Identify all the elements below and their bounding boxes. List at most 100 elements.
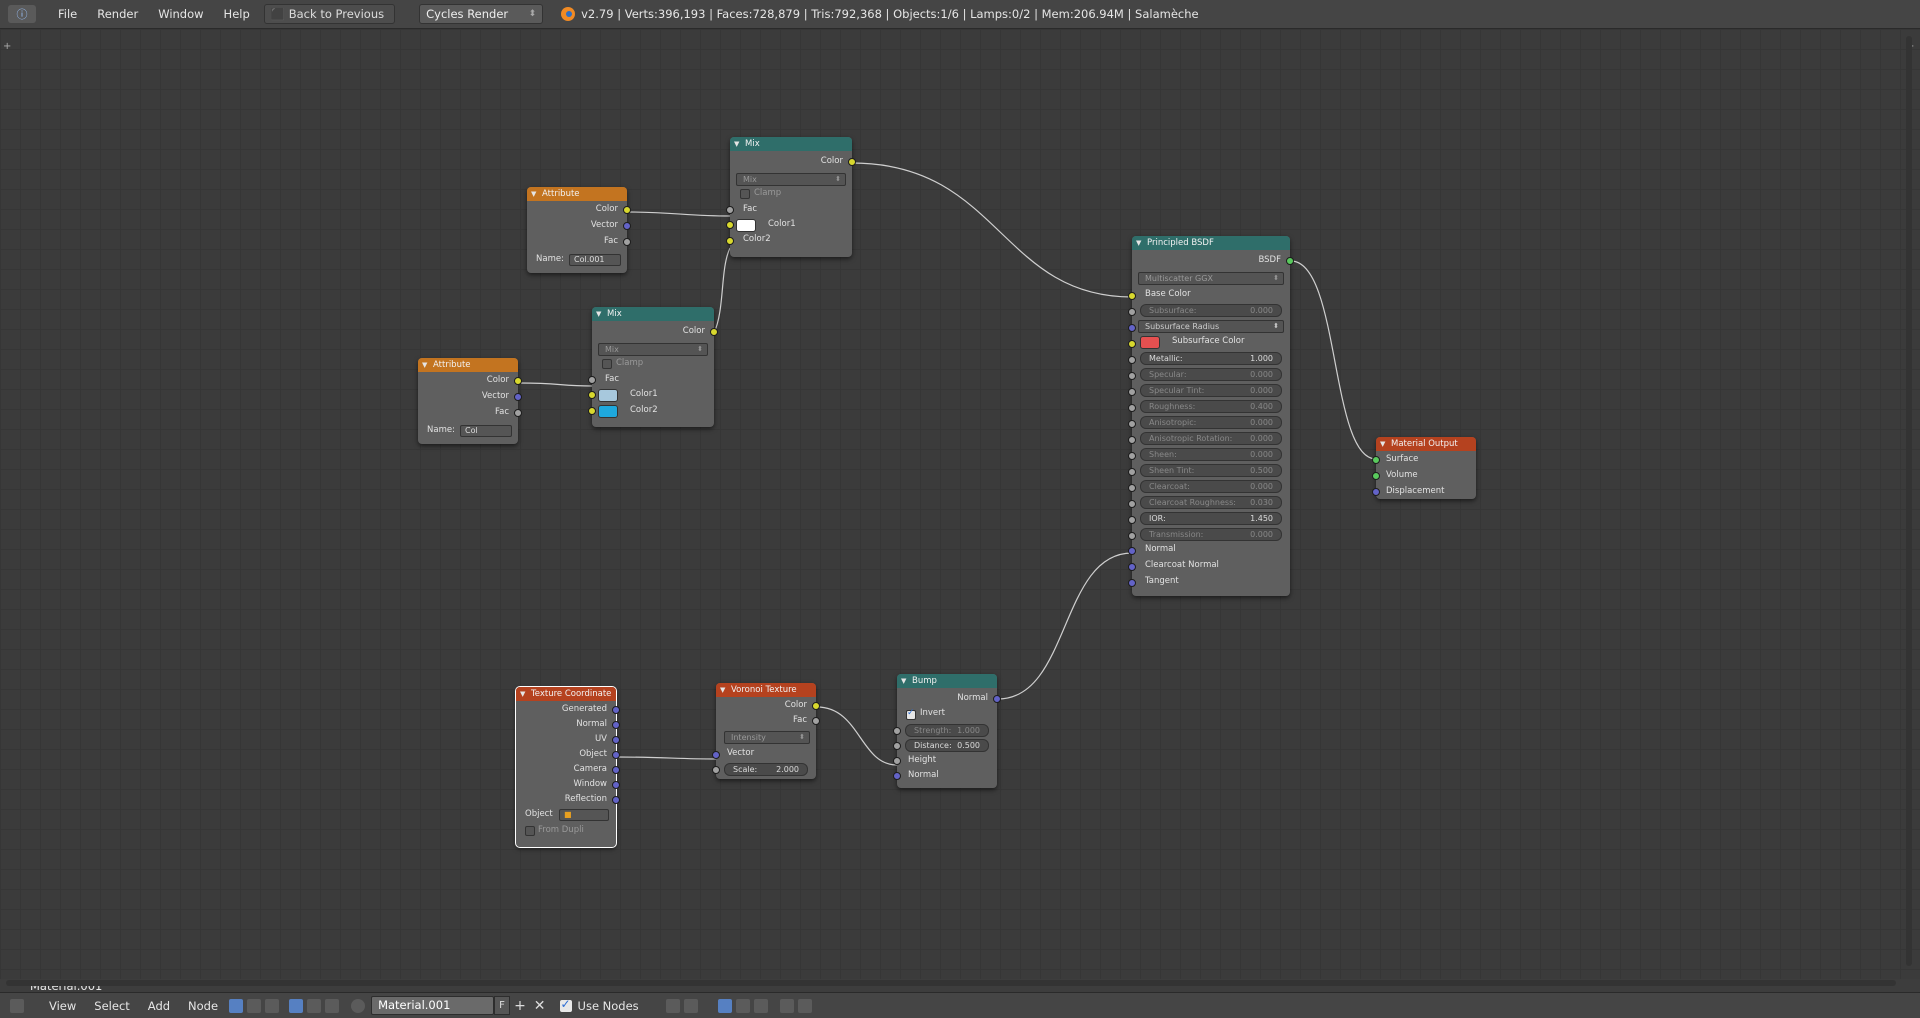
socket-clearcoat[interactable]: [1128, 484, 1136, 492]
socket-sheen-tint[interactable]: [1128, 468, 1136, 476]
node-title[interactable]: Mix: [730, 137, 852, 151]
menu-help[interactable]: Help: [214, 0, 260, 28]
socket-vector[interactable]: [623, 222, 631, 230]
toolshelf-toggle-icon[interactable]: +: [3, 41, 11, 52]
menu-add[interactable]: Add: [139, 999, 179, 1013]
compositing-nodes-icon[interactable]: [247, 998, 262, 1013]
clamp-checkbox[interactable]: [602, 359, 612, 369]
socket-normal[interactable]: [612, 721, 620, 729]
socket-uv[interactable]: [612, 736, 620, 744]
paste-nodes-icon[interactable]: [797, 998, 812, 1013]
new-material-icon[interactable]: +: [510, 998, 530, 1014]
socket-vector[interactable]: [514, 393, 522, 401]
socket-color2[interactable]: [588, 407, 596, 415]
distribution-select[interactable]: Multiscatter GGX: [1138, 272, 1284, 285]
voronoi-texture-node[interactable]: Voronoi Texture Color Fac Intensity Vect…: [712, 683, 820, 779]
socket-sheen[interactable]: [1128, 452, 1136, 460]
socket-clearcoat-normal[interactable]: [1128, 563, 1136, 571]
use-nodes-checkbox[interactable]: [559, 997, 572, 1012]
object-picker[interactable]: ■: [559, 809, 609, 821]
socket-fac[interactable]: [812, 717, 820, 725]
node-editor-canvas[interactable]: + + Attribute Color Vector Fac Name: Col…: [0, 29, 1920, 993]
param-field-metallic[interactable]: Metallic: 1.000: [1140, 352, 1282, 365]
param-field-clearcoat[interactable]: Clearcoat: 0.000: [1140, 480, 1282, 493]
socket-fac[interactable]: [588, 376, 596, 384]
back-to-previous-button[interactable]: ⬛ Back to Previous: [263, 4, 396, 24]
mix-node-2[interactable]: Mix Color Mix Clamp Fac Color1 Color2: [588, 307, 718, 427]
socket-subsurface-radius[interactable]: [1128, 324, 1136, 332]
copy-nodes-icon[interactable]: [779, 998, 794, 1013]
socket-subsurface-color[interactable]: [1128, 340, 1136, 348]
attribute-node-1[interactable]: Attribute Color Vector Fac Name: Col.001: [527, 187, 631, 273]
node-title[interactable]: Bump: [897, 674, 997, 688]
socket-object[interactable]: [612, 751, 620, 759]
horizontal-scrollbar[interactable]: [6, 980, 1896, 986]
socket-transmission[interactable]: [1128, 532, 1136, 540]
texture-coordinate-node[interactable]: Texture Coordinate Generated Normal UV O…: [515, 686, 620, 848]
attribute-name-field[interactable]: Col: [460, 425, 512, 437]
socket-color-out[interactable]: [710, 328, 718, 336]
socket-distance[interactable]: [893, 742, 901, 750]
socket-generated[interactable]: [612, 706, 620, 714]
socket-color2[interactable]: [726, 237, 734, 245]
param-field-sheen[interactable]: Sheen: 0.000: [1140, 448, 1282, 461]
attribute-node-2[interactable]: Attribute Color Vector Fac Name: Col: [418, 358, 522, 444]
param-field-ior[interactable]: IOR: 1.450: [1140, 512, 1282, 525]
subsurface-field[interactable]: Subsurface: 0.000: [1140, 304, 1282, 317]
from-dupli-checkbox[interactable]: [525, 826, 535, 836]
menu-window[interactable]: Window: [148, 0, 213, 28]
editor-type-icon[interactable]: ⓘ: [8, 5, 36, 23]
socket-displacement[interactable]: [1372, 488, 1380, 496]
node-title[interactable]: Voronoi Texture: [716, 683, 816, 697]
mix-node-1[interactable]: Mix Color Mix Clamp Fac Color1 Color2: [726, 137, 856, 257]
param-field-specular-tint[interactable]: Specular Tint: 0.000: [1140, 384, 1282, 397]
param-field-anisotropic-rotation[interactable]: Anisotropic Rotation: 0.000: [1140, 432, 1282, 445]
socket-volume[interactable]: [1372, 472, 1380, 480]
shader-nodes-icon[interactable]: [229, 998, 244, 1013]
material-output-node[interactable]: Material Output Surface Volume Displacem…: [1372, 437, 1476, 499]
socket-ior[interactable]: [1128, 516, 1136, 524]
socket-specular-tint[interactable]: [1128, 388, 1136, 396]
color1-swatch[interactable]: [598, 389, 618, 402]
unlink-material-icon[interactable]: ✕: [530, 998, 550, 1014]
socket-surface[interactable]: [1372, 456, 1380, 464]
blend-type-select[interactable]: Mix: [598, 343, 708, 356]
clamp-checkbox[interactable]: [740, 189, 750, 199]
scale-field[interactable]: Scale: 2.000: [724, 763, 808, 776]
menu-select[interactable]: Select: [85, 999, 138, 1013]
material-name-field[interactable]: Material.001: [371, 996, 495, 1015]
render-engine-select[interactable]: Cycles Render: [419, 4, 544, 24]
subsurface-color-swatch[interactable]: [1140, 336, 1160, 349]
color1-swatch[interactable]: [736, 219, 756, 232]
param-field-specular[interactable]: Specular: 0.000: [1140, 368, 1282, 381]
socket-specular[interactable]: [1128, 372, 1136, 380]
backdrop-icon[interactable]: [717, 998, 732, 1013]
node-title[interactable]: Material Output: [1376, 437, 1476, 451]
object-shader-icon[interactable]: [289, 998, 304, 1013]
param-field-anisotropic[interactable]: Anisotropic: 0.000: [1140, 416, 1282, 429]
socket-normal-in[interactable]: [893, 772, 901, 780]
fake-user-button[interactable]: F: [494, 996, 511, 1015]
node-title[interactable]: Principled BSDF: [1132, 236, 1290, 250]
node-title[interactable]: Attribute: [418, 358, 518, 372]
subsurface-radius-field[interactable]: Subsurface Radius: [1138, 320, 1284, 333]
parent-tree-icon[interactable]: [683, 998, 698, 1013]
menu-node[interactable]: Node: [179, 999, 227, 1013]
texture-nodes-icon[interactable]: [265, 998, 280, 1013]
socket-base-color[interactable]: [1128, 292, 1136, 300]
socket-normal-out[interactable]: [993, 695, 1001, 703]
distance-field[interactable]: Distance: 0.500: [905, 739, 989, 752]
socket-tangent[interactable]: [1128, 579, 1136, 587]
socket-fac[interactable]: [623, 238, 631, 246]
invert-checkbox[interactable]: [906, 708, 916, 720]
socket-normal[interactable]: [1128, 547, 1136, 555]
node-title[interactable]: Attribute: [527, 187, 627, 201]
socket-anisotropic-rotation[interactable]: [1128, 436, 1136, 444]
attribute-name-field[interactable]: Col.001: [569, 254, 621, 266]
socket-scale[interactable]: [712, 766, 720, 774]
socket-height[interactable]: [893, 757, 901, 765]
menu-file[interactable]: File: [48, 0, 87, 28]
param-field-roughness[interactable]: Roughness: 0.400: [1140, 400, 1282, 413]
socket-color[interactable]: [623, 206, 631, 214]
param-field-transmission[interactable]: Transmission: 0.000: [1140, 528, 1282, 541]
